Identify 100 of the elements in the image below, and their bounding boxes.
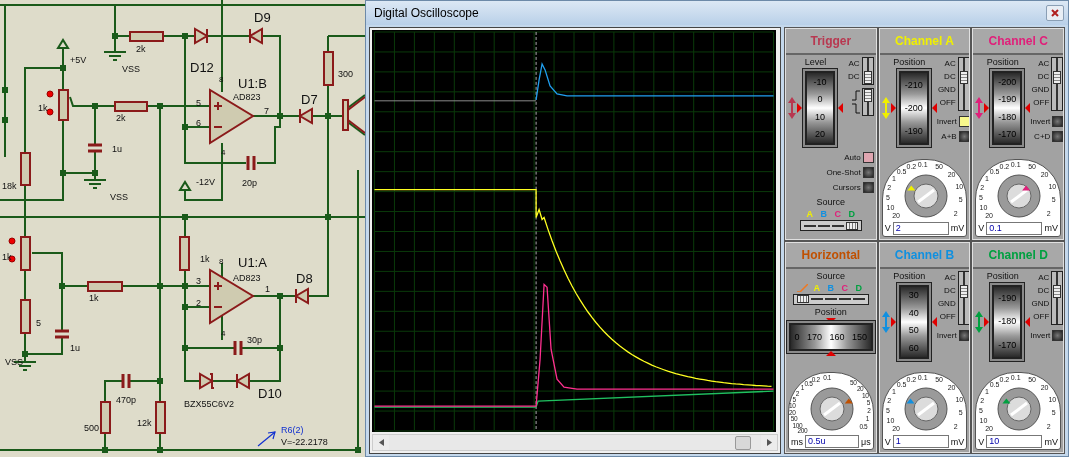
switch-stop[interactable] — [959, 71, 968, 84]
panel-title: Channel A — [879, 29, 970, 55]
position-drum[interactable]: -210 -200 -190 — [898, 71, 929, 145]
drum-number: 20 — [815, 129, 825, 140]
component-label: 12k — [137, 418, 152, 428]
toggle-button[interactable] — [862, 167, 874, 178]
component-label: +5V — [70, 55, 87, 65]
diode-symbol — [235, 372, 250, 390]
marker-icon — [1025, 103, 1031, 113]
position-drum[interactable]: -190 -180 -170 — [992, 284, 1023, 359]
panel-title: Channel B — [879, 242, 970, 269]
drum-number: 0 — [817, 94, 823, 105]
panel-title: Channel C — [973, 29, 1063, 55]
component-label: 2 — [196, 298, 201, 308]
component-label: 2k — [136, 44, 146, 54]
power-terminal-icon — [56, 38, 70, 49]
component-label: 6 — [196, 118, 201, 128]
component-label: AD823 — [233, 273, 261, 283]
toggle-button[interactable] — [862, 152, 874, 163]
drum-number: -210 — [904, 79, 923, 90]
position-drum[interactable]: -10 0 10 20 — [805, 71, 835, 145]
toggle-label: A+B — [941, 131, 957, 142]
component-label: 1k — [38, 103, 48, 113]
slider-stop[interactable] — [810, 295, 823, 303]
drum-number: 30 — [908, 290, 919, 301]
position-label: Position — [814, 306, 847, 318]
scroll-left-button[interactable] — [373, 435, 389, 450]
toggle-button[interactable] — [958, 116, 970, 127]
source-letter: D — [854, 282, 864, 293]
switch-stop[interactable] — [1053, 284, 1062, 298]
scroll-right-button[interactable] — [761, 435, 777, 450]
probe-reading: V=-22.2178 — [281, 437, 328, 447]
component-label: D12 — [190, 60, 214, 75]
value-field[interactable]: 10 — [986, 435, 1043, 448]
left-arrow-icon — [378, 439, 384, 446]
resistor-symbol — [20, 152, 31, 186]
transistor-symbol — [342, 96, 365, 134]
position-label: Position — [893, 57, 926, 68]
switch-stop[interactable] — [959, 284, 968, 298]
component-label: 30p — [247, 335, 263, 345]
toggle-label: Auto — [844, 152, 861, 163]
component-label: 4 — [221, 329, 226, 338]
panel-title: Trigger — [786, 29, 876, 55]
coupling-label: AC — [1038, 271, 1050, 284]
slider-stop[interactable] — [845, 221, 858, 230]
knob[interactable] — [810, 387, 854, 431]
slider-stop[interactable] — [852, 295, 865, 303]
coupling-label: OFF — [939, 97, 956, 109]
toggle-label: Invert — [1030, 116, 1051, 127]
value-field[interactable]: 2 — [892, 221, 949, 235]
toggle-button[interactable] — [1052, 116, 1063, 127]
value-field[interactable]: 0.1 — [986, 221, 1043, 235]
toggle-label: C+D — [1034, 131, 1051, 142]
drum-number: 150 — [852, 331, 868, 342]
component-label: 470p — [116, 395, 137, 405]
position-drum[interactable]: 30 40 50 60 — [898, 284, 929, 359]
scroll-thumb[interactable] — [735, 435, 751, 450]
ground-icon — [83, 179, 107, 189]
falling-edge-icon — [851, 102, 860, 115]
component-label: 5 — [196, 98, 201, 108]
switch-stop[interactable] — [863, 71, 872, 84]
unit-label: ms — [791, 436, 803, 447]
drum-number: -10 — [813, 76, 827, 87]
drum-number: 0 — [794, 331, 800, 342]
component-label: D7 — [301, 92, 318, 107]
component-label: 1k — [2, 252, 12, 262]
component-label: 4 — [221, 148, 226, 157]
ground-icon — [103, 51, 127, 61]
switch-stop[interactable] — [1053, 71, 1062, 84]
unit-label: mV — [1044, 223, 1058, 233]
capacitor-symbol — [121, 374, 131, 388]
knob[interactable] — [997, 387, 1041, 431]
marker-icon — [931, 103, 937, 113]
value-field[interactable]: 1 — [892, 435, 949, 448]
unit-label: V — [884, 436, 891, 447]
knob[interactable] — [904, 174, 948, 217]
toggle-button[interactable] — [1052, 329, 1063, 341]
value-field[interactable]: 0.5u — [805, 435, 859, 448]
position-drum[interactable]: 0 170 160 150 — [788, 322, 873, 351]
toggle-button[interactable] — [862, 182, 874, 193]
knob[interactable] — [904, 387, 948, 431]
position-drum[interactable]: -200 -190 -180 -170 — [992, 71, 1023, 145]
close-button[interactable] — [1046, 5, 1064, 21]
knob[interactable] — [997, 174, 1041, 217]
toggle-button[interactable] — [958, 131, 970, 142]
marker-icon — [931, 316, 937, 327]
diode-symbol — [194, 27, 209, 45]
toggle-button[interactable] — [958, 329, 970, 341]
probe-arrow-icon — [257, 431, 276, 447]
unit-label: mV — [1044, 436, 1058, 447]
drum-number: 160 — [829, 331, 845, 342]
component-label: -12V — [196, 177, 215, 187]
resistor-symbol — [129, 31, 164, 42]
toggle-button[interactable] — [1052, 131, 1063, 142]
unit-label: V — [884, 223, 891, 233]
toggle-label: Cursors — [832, 182, 861, 193]
switch-stop[interactable] — [863, 89, 872, 102]
slider-stop[interactable] — [796, 295, 809, 303]
scrollbar[interactable] — [372, 434, 778, 451]
drum-number: 40 — [908, 307, 919, 318]
